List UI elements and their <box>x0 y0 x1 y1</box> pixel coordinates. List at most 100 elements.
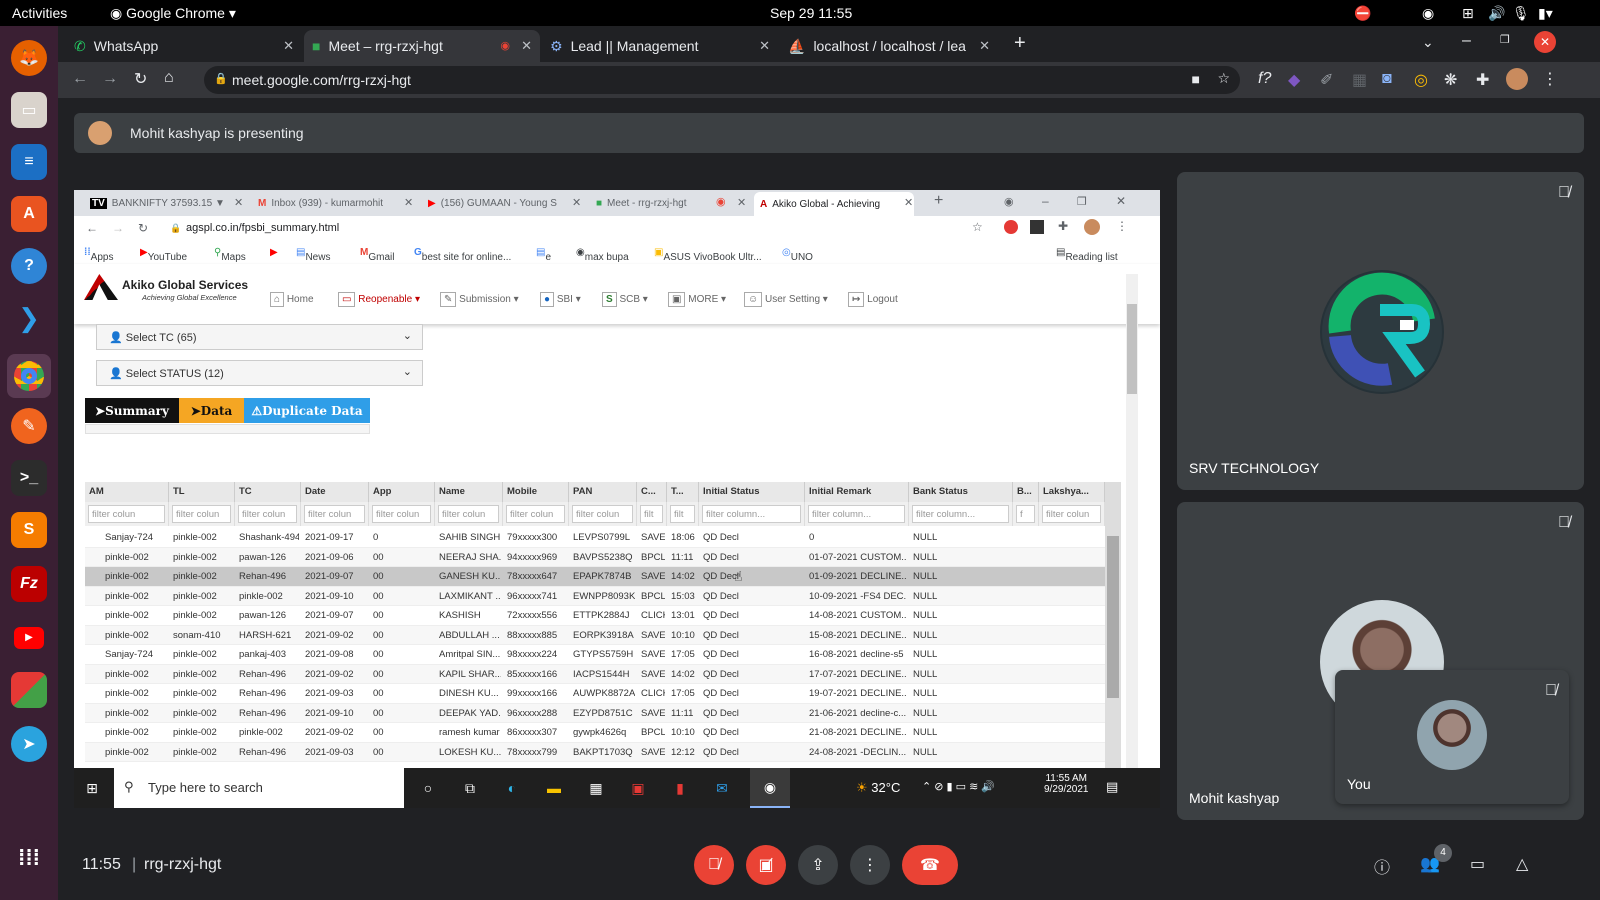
column-header[interactable]: Initial Status <box>699 482 805 502</box>
close-tab-icon[interactable]: ✕ <box>234 196 243 209</box>
bookmark-youtube[interactable]: ▶ YouTube <box>140 247 187 263</box>
nav-user-setting[interactable]: ☺ User Setting ▾ <box>744 292 828 307</box>
address-bar[interactable]: 🔒 meet.google.com/rrg-rzxj-hgt ■ ☆ <box>204 66 1240 94</box>
tab-meet[interactable]: ■ Meet – rrg-rzxj-hgt ◉ ✕ <box>304 30 540 62</box>
nav-home[interactable]: ⌂ Home <box>270 292 314 307</box>
bookmark-gmail[interactable]: M Gmail <box>360 247 394 263</box>
nav-scb[interactable]: S SCB ▾ <box>602 292 648 307</box>
camera-icon[interactable]: ■ <box>1192 71 1200 87</box>
office-icon[interactable]: ▮ <box>668 776 692 800</box>
forward-icon[interactable]: → <box>112 221 124 235</box>
column-filter-input[interactable]: filter colun <box>572 505 633 523</box>
close-tab-icon[interactable]: ✕ <box>759 38 770 54</box>
extension-icon[interactable]: ◆ <box>1288 70 1300 90</box>
bookmark-news[interactable]: ▤ News <box>296 247 330 263</box>
telegram-icon[interactable]: ➤ <box>11 726 47 762</box>
vertical-scrollbar[interactable] <box>1105 482 1121 768</box>
forward-icon[interactable]: → <box>102 70 118 88</box>
column-header[interactable]: T... <box>667 482 699 502</box>
end-call-button[interactable]: ☎ <box>902 845 958 885</box>
self-view-tile[interactable]: 🎙̸ You <box>1335 670 1569 804</box>
restore-icon[interactable]: ❐ <box>1077 195 1087 208</box>
table-row[interactable]: pinkle-002 pinkle-002 pawan-126 2021-09-07 0… <box>85 606 1105 626</box>
reload-icon[interactable]: ↻ <box>138 221 148 235</box>
firefox-icon[interactable]: 🦊 <box>11 40 47 76</box>
microphone-icon[interactable]: 🎙 <box>1512 5 1530 22</box>
extension-icon[interactable]: ◎ <box>1414 70 1428 90</box>
task-view-icon[interactable]: ⧉ <box>458 776 482 800</box>
tab-search-icon[interactable]: ⌄ <box>1422 34 1434 51</box>
column-filter-input[interactable]: filter colun <box>172 505 231 523</box>
table-row[interactable]: pinkle-002 pinkle-002 Rehan-496 2021-09-03 0… <box>85 742 1105 762</box>
help-icon[interactable]: ? <box>11 248 47 284</box>
youtube-icon[interactable]: ▶ <box>11 620 47 656</box>
reading-list[interactable]: ▤ Reading list <box>1056 247 1118 263</box>
column-filter-input[interactable]: filter colun <box>88 505 165 523</box>
sublime-icon[interactable]: S <box>11 512 47 548</box>
new-tab-icon[interactable]: + <box>934 192 943 210</box>
edge-icon[interactable]: ◐ <box>500 776 524 800</box>
data-button[interactable]: ➤ Data <box>179 398 244 423</box>
network-icon[interactable]: ⊞ <box>1462 5 1474 22</box>
nav-logout[interactable]: ↦ Logout <box>848 292 898 307</box>
table-row[interactable]: pinkle-002 pinkle-002 pinkle-002 2021-09-02… <box>85 723 1105 743</box>
activities-icon[interactable]: △ <box>1516 854 1528 874</box>
column-filter-input[interactable]: filter colun <box>304 505 365 523</box>
bookmark-max-bupa[interactable]: ◉ max bupa <box>576 247 629 263</box>
restore-icon[interactable]: ❐ <box>1500 33 1510 46</box>
chrome-dock-icon[interactable] <box>7 354 51 398</box>
editor-icon[interactable]: ✎ <box>11 408 47 444</box>
vscode-icon[interactable]: ❯ <box>11 300 47 336</box>
bookmark-uno[interactable]: ◎ UNO <box>782 247 813 263</box>
inner-tab-akiko[interactable]: A Akiko Global - Achieving <box>754 192 914 216</box>
weather-widget[interactable]: ☀ 32°C <box>856 780 900 796</box>
activities-button[interactable]: Activities <box>12 5 67 21</box>
column-header[interactable]: AM <box>85 482 169 502</box>
minimize-icon[interactable]: – <box>1042 194 1049 208</box>
close-tab-icon[interactable]: ✕ <box>572 196 581 209</box>
terminal-icon[interactable]: >_ <box>11 460 47 496</box>
select-tc-dropdown[interactable]: 👤 Select TC (65) ⌄ <box>96 324 423 350</box>
cortana-icon[interactable]: ○ <box>416 776 440 800</box>
table-row[interactable]: pinkle-002 pinkle-002 Rehan-496 2021-09-03 0… <box>85 684 1105 704</box>
column-header[interactable]: Mobile <box>503 482 569 502</box>
file-explorer-icon[interactable]: ▬ <box>542 776 566 800</box>
column-header[interactable]: C... <box>637 482 667 502</box>
puzzle-icon[interactable]: ✚ <box>1476 70 1489 90</box>
software-center-icon[interactable]: A <box>11 196 47 232</box>
battery-icon[interactable]: ▮▾ <box>1538 5 1553 22</box>
table-row[interactable]: pinkle-002 pinkle-002 Rehan-496 2021-09-02 0… <box>85 664 1105 684</box>
tab-whatsapp[interactable]: ✆ WhatsApp ✕ <box>66 30 302 62</box>
mic-toggle-button[interactable]: 🎙̸ <box>694 845 734 885</box>
back-icon[interactable]: ← <box>86 221 98 235</box>
bookmark-best-site[interactable]: G best site for online... <box>414 247 511 263</box>
close-window-icon[interactable]: ✕ <box>1116 194 1126 208</box>
page-scrollbar[interactable] <box>1126 274 1138 768</box>
extension-icon[interactable]: ❋ <box>1444 70 1457 90</box>
table-row[interactable]: pinkle-002 pinkle-002 pawan-126 2021-09-06 0… <box>85 547 1105 567</box>
column-header[interactable]: Initial Remark <box>805 482 909 502</box>
menu-icon[interactable]: ⋮ <box>1116 219 1128 233</box>
column-filter-input[interactable]: filter colun <box>438 505 499 523</box>
close-tab-icon[interactable]: ✕ <box>283 38 294 54</box>
youtube-icon[interactable]: ▶ <box>270 247 278 258</box>
participant-tile-mohit[interactable]: 🎙̸ Mohit kashyap 🎙̸ You <box>1177 502 1584 820</box>
bookmark-star-icon[interactable]: ☆ <box>1217 70 1230 87</box>
record-indicator-icon[interactable]: ⛔ <box>1354 5 1371 22</box>
nav-submission[interactable]: ✎ Submission ▾ <box>440 292 519 307</box>
column-header[interactable]: B... <box>1013 482 1039 502</box>
mail-icon[interactable]: ✉ <box>710 776 734 800</box>
column-filter-input[interactable]: filt <box>640 505 663 523</box>
windows-start-icon[interactable]: ⊞ <box>80 776 104 800</box>
column-header[interactable]: App <box>369 482 435 502</box>
reload-icon[interactable]: ↻ <box>134 69 147 89</box>
extension-icon[interactable]: ▦ <box>1352 70 1367 90</box>
column-filter-input[interactable]: filter column... <box>912 505 1009 523</box>
column-filter-input[interactable]: filter colun <box>372 505 431 523</box>
bookmark-e[interactable]: ▤ e <box>536 247 551 263</box>
taskbar-search[interactable]: ⚲ Type here to search <box>114 768 404 808</box>
gift-icon[interactable]: ▣ <box>626 776 650 800</box>
inner-tab-banknifty[interactable]: TV BANKNIFTY 37593.15 ▼ <box>84 190 244 216</box>
bookmark-maps[interactable]: ⚲ Maps <box>214 247 246 263</box>
close-tab-icon[interactable]: ✕ <box>737 196 746 209</box>
